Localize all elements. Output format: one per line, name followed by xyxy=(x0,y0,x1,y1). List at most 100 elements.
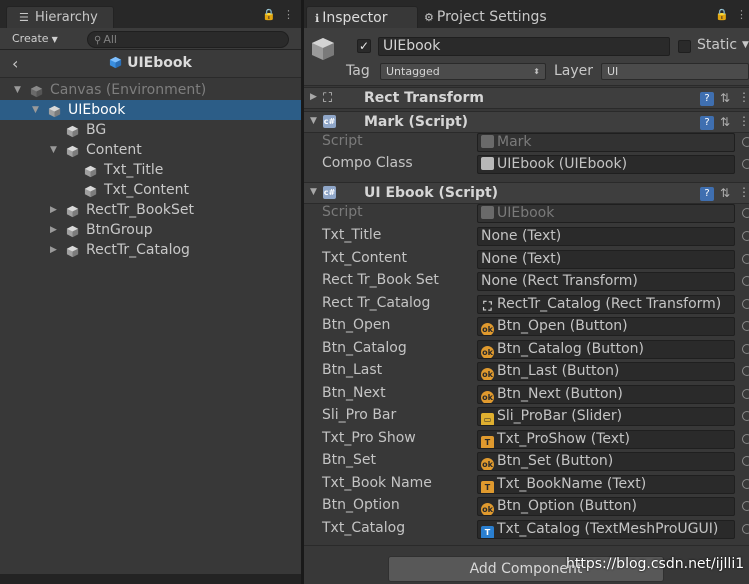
property-field: Txt_Content None (Text) xyxy=(304,249,749,270)
expand-arrow-icon[interactable]: ▶ xyxy=(50,200,57,220)
object-picker-icon[interactable] xyxy=(742,298,749,309)
expand-arrow-icon[interactable]: ▶ xyxy=(50,220,57,240)
object-picker-icon[interactable] xyxy=(742,343,749,354)
tab-inspector[interactable]: ℹ Inspector xyxy=(306,6,418,28)
info-icon: ℹ xyxy=(315,12,320,25)
lock-icon[interactable]: 🔒 xyxy=(262,8,276,21)
property-field: Txt_Title None (Text) xyxy=(304,226,749,247)
object-picker-icon[interactable] xyxy=(742,411,749,421)
object-field[interactable]: T Txt_BookName (Text) xyxy=(477,474,735,494)
object-picker-icon[interactable] xyxy=(742,276,749,286)
tab-project-settings[interactable]: ⚙ Project Settings xyxy=(424,6,547,28)
script-file-icon xyxy=(481,157,494,170)
collapse-arrow-icon[interactable]: ▼ xyxy=(50,140,57,160)
object-field-value: None (Text) xyxy=(481,250,562,267)
kebab-menu-icon[interactable]: ⋮ xyxy=(738,90,749,104)
prefab-title: UIEbook xyxy=(0,55,301,71)
object-field[interactable]: None (Rect Transform) xyxy=(477,272,735,291)
object-field[interactable]: ok Btn_Catalog (Button) xyxy=(477,339,735,359)
object-picker-icon[interactable] xyxy=(742,456,749,466)
mark-script-field: Script Mark xyxy=(304,132,749,153)
object-field[interactable]: T Txt_ProShow (Text) xyxy=(477,429,735,449)
tree-item[interactable]: ▶ BtnGroup xyxy=(0,220,301,240)
prefab-header: ‹ UIEbook xyxy=(0,50,301,78)
fold-right-icon[interactable]: ▶ xyxy=(310,92,317,102)
object-field-value: Txt_ProShow (Text) xyxy=(497,430,630,447)
object-picker-icon[interactable] xyxy=(742,137,749,147)
kebab-menu-icon[interactable]: ⋮ xyxy=(738,114,749,128)
search-icon: ⚲ xyxy=(94,35,102,46)
object-picker-icon[interactable] xyxy=(742,523,749,534)
hierarchy-search-input[interactable]: ⚲ All xyxy=(87,31,289,48)
object-field[interactable]: ⛶ RectTr_Catalog (Rect Transform) xyxy=(477,294,735,314)
object-picker-icon[interactable] xyxy=(742,388,749,399)
static-checkbox[interactable] xyxy=(678,40,691,53)
object-picker-icon[interactable] xyxy=(742,253,749,264)
object-picker-icon[interactable] xyxy=(742,433,749,444)
tree-item[interactable]: ▼ Canvas (Environment) xyxy=(0,80,301,100)
help-icon[interactable]: ? xyxy=(700,116,714,130)
static-dropdown-icon[interactable]: ▼ xyxy=(742,40,749,50)
preset-icon[interactable]: ⇅ xyxy=(720,91,730,105)
tree-item[interactable]: ▼ Content xyxy=(0,140,301,160)
create-button[interactable]: Create ▼ xyxy=(12,31,58,48)
tree-item-label: UIEbook xyxy=(68,102,126,118)
object-field[interactable]: ok Btn_Next (Button) xyxy=(477,384,735,404)
layer-dropdown[interactable]: UI xyxy=(601,63,749,80)
object-field-value: Btn_Set (Button) xyxy=(497,453,614,469)
expand-arrow-icon[interactable]: ▶ xyxy=(50,240,57,260)
tab-hierarchy[interactable]: ☰ Hierarchy xyxy=(6,6,114,28)
object-picker-icon[interactable] xyxy=(742,231,749,241)
help-icon[interactable]: ? xyxy=(700,187,714,201)
object-field[interactable]: T Txt_Catalog (TextMeshProUGUI) xyxy=(477,519,735,539)
object-field[interactable]: ok Btn_Option (Button) xyxy=(477,497,735,516)
lock-icon[interactable]: 🔒 xyxy=(715,8,729,21)
tree-item[interactable]: ▶ RectTr_Catalog xyxy=(0,240,301,260)
object-picker-icon[interactable] xyxy=(742,321,749,331)
object-picker-icon[interactable] xyxy=(742,208,749,218)
rect-transform-header[interactable]: ▶ ⛶ Rect Transform ? ⇅ ⋮ xyxy=(304,87,749,109)
object-field[interactable]: ok Btn_Set (Button) xyxy=(477,452,735,471)
tree-item[interactable]: Txt_Title xyxy=(0,160,301,180)
object-field[interactable]: ▭ Sli_ProBar (Slider) xyxy=(477,407,735,426)
tree-item[interactable]: ▶ RectTr_BookSet xyxy=(0,200,301,220)
preset-icon[interactable]: ⇅ xyxy=(720,115,730,129)
kebab-menu-icon[interactable]: ⋮ xyxy=(736,8,747,21)
static-label: Static xyxy=(697,37,738,53)
kebab-menu-icon[interactable]: ⋮ xyxy=(738,185,749,199)
tree-item-label: RectTr_BookSet xyxy=(86,202,194,218)
help-icon[interactable]: ? xyxy=(700,92,714,106)
object-picker-icon[interactable] xyxy=(742,366,749,376)
object-picker-icon[interactable] xyxy=(742,159,749,169)
tree-item[interactable]: Txt_Content xyxy=(0,180,301,200)
object-picker-icon[interactable] xyxy=(742,478,749,489)
ui-ebook-script-header[interactable]: ▼ c# UI Ebook (Script) ? ⇅ ⋮ xyxy=(304,182,749,204)
object-field[interactable]: ok Btn_Open (Button) xyxy=(477,317,735,336)
tree-item[interactable]: BG xyxy=(0,120,301,140)
preset-icon[interactable]: ⇅ xyxy=(720,186,730,200)
collapse-arrow-icon[interactable]: ▼ xyxy=(14,80,21,100)
collapse-arrow-icon[interactable]: ▼ xyxy=(32,100,39,120)
kebab-menu-icon[interactable]: ⋮ xyxy=(283,8,294,21)
object-field[interactable]: UIEbook (UIEbook) xyxy=(477,155,735,174)
field-label: Txt_Catalog xyxy=(322,519,406,536)
property-field: Btn_Open ok Btn_Open (Button) xyxy=(304,316,749,337)
active-checkbox[interactable]: ✓ xyxy=(357,39,371,53)
fold-down-icon[interactable]: ▼ xyxy=(310,116,317,126)
object-field[interactable]: None (Text) xyxy=(477,227,735,246)
object-name-field[interactable]: UIEbook xyxy=(378,37,670,56)
object-field[interactable]: None (Text) xyxy=(477,249,735,269)
button-component-icon: ok xyxy=(481,390,494,403)
object-picker-icon[interactable] xyxy=(742,501,749,511)
property-field: Btn_Set ok Btn_Set (Button) xyxy=(304,451,749,472)
tree-item[interactable]: ▼ UIEbook xyxy=(0,100,301,120)
hierarchy-panel: ☰ Hierarchy 🔒 ⋮ Create ▼ ⚲ All ‹ UIEbook ▼ C… xyxy=(0,0,301,584)
object-field[interactable]: ok Btn_Last (Button) xyxy=(477,362,735,381)
tag-dropdown[interactable]: Untagged ⬍ xyxy=(380,63,546,80)
mark-script-header[interactable]: ▼ c# Mark (Script) ? ⇅ ⋮ xyxy=(304,111,749,133)
prefab-title-label: UIEbook xyxy=(127,55,192,71)
tree-item-label: RectTr_Catalog xyxy=(86,242,190,258)
object-field-value: Btn_Catalog (Button) xyxy=(497,340,644,357)
field-label: Txt_Content xyxy=(322,249,408,266)
fold-down-icon[interactable]: ▼ xyxy=(310,187,317,197)
